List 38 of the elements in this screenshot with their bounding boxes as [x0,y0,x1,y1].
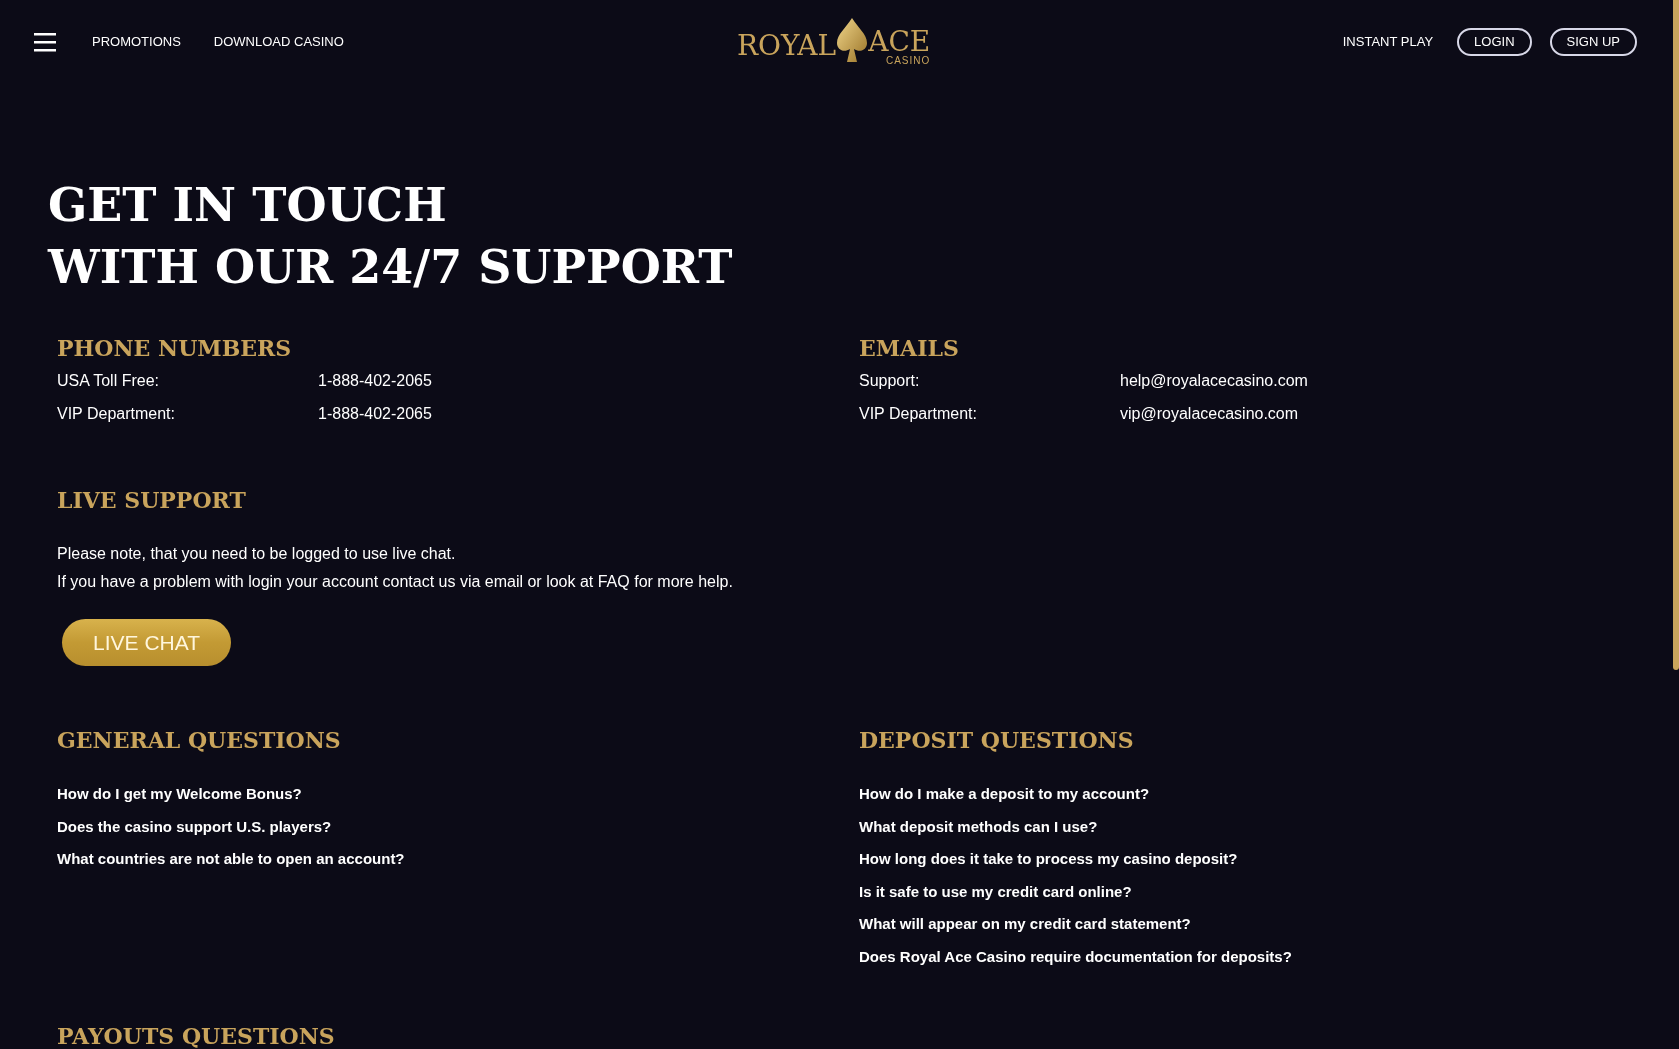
logo-text: ACE [868,28,931,56]
faq-question-link[interactable]: What will appear on my credit card statement? [859,913,1191,936]
logo[interactable]: ROYAL ACE CASINO [737,16,931,66]
faq-question-link[interactable]: Does Royal Ace Casino require documentation for deposits? [859,945,1292,968]
faq-question-link[interactable]: How do I get my Welcome Bonus? [57,783,302,806]
contact-label: USA Toll Free: [57,371,160,391]
faq-question-link[interactable]: How do I make a deposit to my account? [859,783,1150,806]
notice-text: If you have a problem with login your account contact us via email or look at FAQ for more help. [57,572,733,592]
header-button[interactable]: LOGIN [1457,28,1532,56]
contact-value[interactable]: 1-888-402-2065 [318,402,432,426]
section-heading: GENERAL QUESTIONS [57,726,341,755]
section-heading: LIVE SUPPORT [57,486,246,515]
contact-label: VIP Department: [57,404,176,424]
faq-question-link[interactable]: What deposit methods can I use? [859,815,1098,838]
scrollbar-thumb[interactable] [1673,0,1679,670]
faq-question-link[interactable]: What countries are not able to open an account? [57,848,405,871]
instant-play-link[interactable]: INSTANT PLAY [1342,32,1434,52]
header-button[interactable]: SIGN UP [1549,28,1637,56]
contact-value[interactable]: help@royalacecasino.com [1120,369,1308,393]
page-headline: GET IN TOUCH [48,177,447,234]
logo-subtitle: CASINO [885,56,931,66]
faq-question-link[interactable]: Does the casino support U.S. players? [57,815,332,838]
faq-question-link[interactable]: How long does it take to process my casino deposit? [859,848,1238,871]
contact-label: Support: [859,371,921,391]
contact-value[interactable]: vip@royalacecasino.com [1120,402,1299,426]
menu-icon[interactable] [34,32,56,52]
contact-label: VIP Department: [859,404,978,424]
nav-link[interactable]: DOWNLOAD CASINO [213,32,344,52]
section-heading: EMAILS [859,334,959,363]
contact-value[interactable]: 1-888-402-2065 [318,369,432,393]
section-heading: DEPOSIT QUESTIONS [859,726,1134,755]
section-heading: PAYOUTS QUESTIONS [57,1022,335,1049]
logo-text: ROYAL [737,32,837,64]
faq-question-link[interactable]: Is it safe to use my credit card online? [859,880,1132,903]
page-headline: WITH OUR 24/7 SUPPORT [48,239,733,296]
nav-link[interactable]: PROMOTIONS [92,32,181,52]
section-heading: PHONE NUMBERS [57,334,292,363]
notice-text: Please note, that you need to be logged to use live chat. [57,544,456,564]
